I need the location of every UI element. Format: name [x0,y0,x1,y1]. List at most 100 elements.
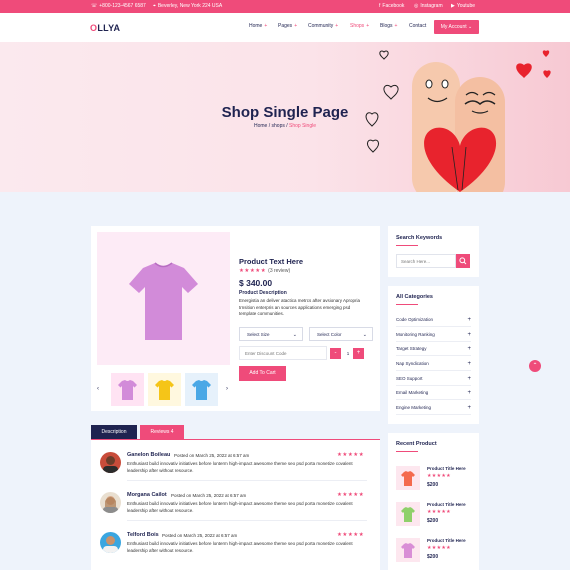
product-main-image[interactable] [97,232,230,365]
nav-label: Blogs [380,23,393,29]
recent-product-title[interactable]: Product Title Here [427,466,466,471]
plus-icon: + [467,405,471,411]
thumbnail-yellow[interactable] [148,373,181,406]
nav-label: Pages [278,23,293,29]
youtube-icon: ▶ [451,3,455,9]
scroll-to-top-button[interactable]: ⌃ [529,360,541,372]
recent-product-image[interactable] [396,538,420,562]
phone-info[interactable]: ☏ +800-123-4567 6587 [91,0,146,13]
plus-icon: + [394,23,398,29]
recent-product-price: $200 [427,482,439,488]
review-text: Enthusiast build innovativ initiatives b… [127,541,353,553]
plus-icon: + [467,376,471,382]
avatar [100,452,121,473]
facebook-label: Facebook [382,3,405,9]
category-item[interactable]: Monitoring Ranking + [396,328,471,342]
tshirt-icon [401,543,415,558]
nav-contact[interactable]: Contact [409,23,426,29]
account-label: My Account [440,24,467,30]
color-select[interactable]: Select Color ⌄ [309,327,373,341]
review-count[interactable]: (3 review) [268,268,290,274]
thumbnail-blue[interactable] [185,373,218,406]
top-bar: ☏ +800-123-4567 6587 ⌖ Beverley, New York … [0,0,570,13]
recent-product-price: $200 [427,554,439,560]
search-button[interactable] [456,254,470,268]
reviews-panel: Ganelon Boileau Posted on March 25, 2022… [91,439,380,570]
instagram-link[interactable]: ◎ Instagram [414,0,443,13]
breadcrumb-separator: / [268,123,271,129]
category-item[interactable]: Nap Syndication + [396,357,471,371]
tshirt-thumb-icon [192,380,211,400]
plus-icon: + [467,361,471,367]
search-input[interactable]: Search Here... [396,254,456,268]
avatar [100,492,121,513]
review-date: Posted on March 25, 2022 at 6:57 am [174,453,250,458]
reviewer-name: Morgana Cailot [127,492,167,498]
phone-icon: ☏ [91,3,98,9]
tab-description[interactable]: Description [91,425,137,439]
product-description: Energistia an deliver atactica metrcs af… [239,298,361,316]
qty-plus-button[interactable]: + [353,348,364,359]
nav-shops[interactable]: Shops + [350,23,369,29]
product-detail-card: ‹ › Product Text Here ★★★★★ (3 review) $ … [91,226,380,411]
review-stars: ★★★★★ [337,532,365,538]
tshirt-thumb-icon [118,380,137,400]
description-heading: Product Description [239,290,287,296]
category-item[interactable]: Target Strategy + [396,342,471,356]
product-rating: ★★★★★ (3 review) [239,268,290,274]
nav-home[interactable]: Home + [249,23,267,29]
qty-minus-button[interactable]: - [330,348,341,359]
category-item[interactable]: Code Optimization + [396,313,471,327]
nav-community[interactable]: Community + [308,23,338,29]
recent-product-title[interactable]: Product Title Here [427,502,466,507]
product-price: $ 340.00 [239,278,273,288]
category-label: Code Optimization [396,317,434,322]
review-stars: ★★★★★ [337,492,365,498]
breadcrumb-separator: / [286,123,288,129]
add-to-cart-button[interactable]: Add To Cart [239,366,286,381]
site-logo[interactable]: OLLYA [90,23,120,33]
recent-product-title[interactable]: Product Title Here [427,538,466,543]
category-item[interactable]: Engine Marketing + [396,401,471,415]
thumbnail-next-arrow[interactable]: › [226,386,228,392]
search-widget-title: Search Keywords [396,235,443,241]
breadcrumb-shops[interactable]: shops [272,123,285,129]
qty-value[interactable]: 1 [344,348,352,359]
nav-label: Community [308,23,334,29]
discount-code-input[interactable]: Enter Discount Code [239,346,327,360]
search-icon [459,257,467,265]
review-item: Morgana Cailot Posted on March 25, 2022 … [91,488,380,528]
review-stars: ★★★★★ [337,452,365,458]
review-text: Enthusiast build innovativ initiatives b… [127,461,353,473]
category-item[interactable]: Email Marketing + [396,386,471,400]
main-header: OLLYA Home + Pages + Community + Shops + Blo… [0,13,570,42]
address-text: Beverley, New York 224 USA [157,3,223,9]
tab-reviews[interactable]: Reviews 4 [140,425,184,439]
categories-widget-title: All Categories [396,294,433,300]
instagram-label: Instagram [420,3,443,9]
nav-pages[interactable]: Pages + [278,23,297,29]
category-item[interactable]: SEO Support + [396,372,471,386]
thumbnail-prev-arrow[interactable]: ‹ [97,386,99,392]
facebook-link[interactable]: f Facebook [379,0,404,13]
title-underline [396,245,418,246]
phone-text: +800-123-4567 6587 [99,3,146,9]
plus-icon: + [467,332,471,338]
recent-product-image[interactable] [396,466,420,490]
recent-product-image[interactable] [396,502,420,526]
size-select[interactable]: Select Size ⌄ [239,327,303,341]
breadcrumb-home[interactable]: Home [254,123,267,129]
search-widget: Search Keywords Search Here... [388,226,479,277]
category-label: Nap Syndication [396,361,429,366]
divider [127,480,367,481]
youtube-link[interactable]: ▶ Youtube [451,0,475,13]
reviewer-name: Ganelon Boileau [127,452,171,458]
location-pin-icon: ⌖ [153,3,156,9]
youtube-label: Youtube [456,3,476,9]
nav-blogs[interactable]: Blogs + [380,23,397,29]
plus-icon: + [366,23,370,29]
category-label: Engine Marketing [396,405,432,410]
plus-icon: + [264,23,268,29]
my-account-button[interactable]: My Account ⌄ [434,20,479,34]
thumbnail-pink[interactable] [111,373,144,406]
